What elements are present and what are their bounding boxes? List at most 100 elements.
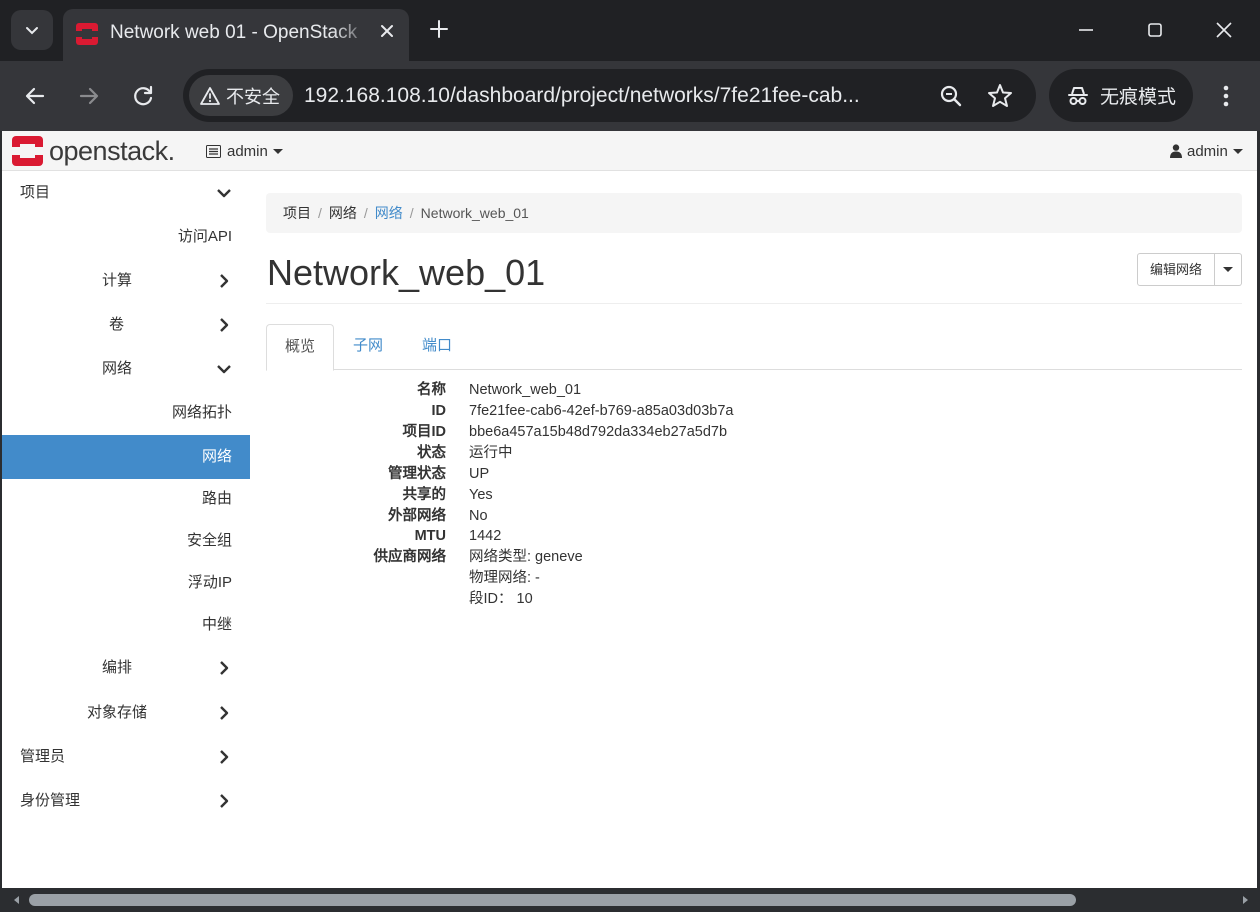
chevron-right-icon xyxy=(220,794,229,808)
chevron-down-icon xyxy=(26,27,38,35)
caret-down-icon xyxy=(272,148,283,154)
project-switcher[interactable]: admin xyxy=(206,141,283,161)
horizontal-scrollbar[interactable] xyxy=(2,888,1257,910)
sidebar-item-trunks[interactable]: 中继 xyxy=(2,603,250,647)
chevron-down-icon xyxy=(217,189,231,198)
zoom-icon[interactable] xyxy=(937,82,965,110)
scroll-left-icon[interactable] xyxy=(10,893,24,907)
detail-tabs: 概览 子网 端口 xyxy=(266,324,1242,371)
star-icon[interactable] xyxy=(986,82,1014,110)
detail-value: 运行中 xyxy=(469,445,513,461)
detail-row-id: ID 7fe21fee-cab6-42ef-b769-a85a03d03b7a xyxy=(266,401,1242,422)
sidebar-item-orchestration[interactable]: 编排 xyxy=(2,646,250,690)
address-bar[interactable]: 不安全 192.168.108.10/dashboard/project/net… xyxy=(183,69,1036,122)
sidebar-item-project[interactable]: 项目 xyxy=(2,171,250,215)
sidebar-item-label: 网络拓扑 xyxy=(171,404,232,421)
sidebar-item-floating-ips[interactable]: 浮动IP xyxy=(2,561,250,605)
sidebar-item-label: 网络 xyxy=(102,360,133,377)
sidebar-item-compute[interactable]: 计算 xyxy=(2,259,250,303)
sidebar: 项目 访问API 计算 卷 网络 网络拓扑 网络 路由 安全组 浮动IP 中继 … xyxy=(2,171,250,888)
detail-value: 7fe21fee-cab6-42ef-b769-a85a03d03b7a xyxy=(469,403,734,419)
sidebar-item-label: 对象存储 xyxy=(87,704,148,721)
tab-title: Network web 01 - OpenStack xyxy=(110,22,358,43)
list-icon xyxy=(206,144,221,158)
sidebar-item-label: 浮动IP xyxy=(187,574,232,591)
detail-label: 供应商网络 xyxy=(373,549,447,565)
maximize-icon[interactable] xyxy=(1143,18,1167,42)
sidebar-item-label: 编排 xyxy=(102,659,133,676)
scroll-right-icon[interactable] xyxy=(1238,893,1252,907)
reload-icon[interactable] xyxy=(128,81,158,111)
sidebar-item-label: 网络 xyxy=(201,448,232,465)
tab-search-button[interactable] xyxy=(11,10,53,50)
forward-arrow-icon[interactable] xyxy=(74,81,104,111)
chevron-right-icon xyxy=(220,318,229,332)
sidebar-item-network-topology[interactable]: 网络拓扑 xyxy=(2,391,250,435)
chevron-down-icon xyxy=(217,365,231,374)
caret-down-icon xyxy=(1232,148,1243,154)
edit-network-button-group: 编辑网络 xyxy=(1137,253,1242,286)
window-close-icon[interactable] xyxy=(1212,18,1236,42)
project-name: admin xyxy=(227,142,268,160)
browser-titlebar: Network web 01 - OpenStack xyxy=(0,0,1260,61)
openstack-logo[interactable]: openstack. xyxy=(12,136,180,166)
user-icon xyxy=(1170,144,1182,158)
page-title: Network_web_01 xyxy=(267,252,546,293)
sidebar-item-label: 管理员 xyxy=(20,748,66,765)
sidebar-item-label: 访问API xyxy=(177,228,232,245)
detail-label: 状态 xyxy=(417,445,446,461)
sidebar-item-label: 卷 xyxy=(109,316,125,333)
security-label: 不安全 xyxy=(226,86,280,107)
chevron-right-icon xyxy=(220,750,229,764)
sidebar-item-volumes[interactable]: 卷 xyxy=(2,303,250,347)
actions-dropdown-toggle[interactable] xyxy=(1215,253,1242,286)
scrollbar-thumb[interactable] xyxy=(29,894,1076,906)
chevron-right-icon xyxy=(220,274,229,288)
breadcrumb-item-network-group: 网络 xyxy=(328,205,357,221)
more-menu-icon[interactable] xyxy=(1212,81,1240,111)
sidebar-item-admin[interactable]: 管理员 xyxy=(2,735,250,779)
breadcrumb: 项目 / 网络 / 网络 / Network_web_01 xyxy=(266,193,1242,233)
sidebar-item-identity[interactable]: 身份管理 xyxy=(2,779,250,823)
url-text[interactable]: 192.168.108.10/dashboard/project/network… xyxy=(304,81,924,111)
detail-label: 共享的 xyxy=(402,487,447,503)
sidebar-item-api-access[interactable]: 访问API xyxy=(2,215,250,259)
breadcrumb-link-networks[interactable]: 网络 xyxy=(375,203,403,223)
page-viewport: openstack. admin admin 项目 访问API 计算 卷 网络 … xyxy=(2,131,1257,888)
edit-network-button[interactable]: 编辑网络 xyxy=(1137,253,1215,286)
detail-row-shared: 共享的 Yes xyxy=(266,485,1242,506)
detail-value: 网络类型: geneve xyxy=(469,549,583,565)
sidebar-item-networks[interactable]: 网络 xyxy=(2,435,250,479)
detail-label: 管理状态 xyxy=(388,466,446,482)
detail-label: 名称 xyxy=(417,382,446,398)
detail-row-external: 外部网络 No xyxy=(266,506,1242,527)
sidebar-item-label: 中继 xyxy=(201,616,232,633)
detail-row-status: 状态 运行中 xyxy=(266,443,1242,464)
plus-icon[interactable] xyxy=(428,18,450,40)
minimize-icon[interactable] xyxy=(1074,18,1098,42)
sidebar-item-object-store[interactable]: 对象存储 xyxy=(2,691,250,735)
sidebar-item-label: 安全组 xyxy=(186,532,232,549)
back-arrow-icon[interactable] xyxy=(20,81,50,111)
sidebar-item-routers[interactable]: 路由 xyxy=(2,477,250,521)
caret-down-icon xyxy=(1223,267,1233,272)
openstack-favicon-icon xyxy=(75,23,99,45)
tab-overview[interactable]: 概览 xyxy=(266,324,335,371)
browser-toolbar: 不安全 192.168.108.10/dashboard/project/net… xyxy=(0,61,1260,131)
sidebar-item-network-group[interactable]: 网络 xyxy=(2,347,250,391)
tab-ports[interactable]: 端口 xyxy=(404,324,470,370)
close-icon[interactable] xyxy=(377,21,397,41)
browser-tab-active[interactable]: Network web 01 - OpenStack xyxy=(63,9,409,61)
incognito-indicator[interactable]: 无痕模式 xyxy=(1049,69,1193,122)
breadcrumb-separator: / xyxy=(318,205,322,221)
detail-value: bbe6a457a15b48d792da334eb27a5d7b xyxy=(469,424,728,440)
detail-row-segment-id: 段ID： 10 xyxy=(266,589,1242,610)
user-name: admin xyxy=(1187,142,1228,160)
detail-value: Network_web_01 xyxy=(469,382,582,398)
user-menu[interactable]: admin xyxy=(1170,141,1243,161)
security-indicator[interactable]: 不安全 xyxy=(189,75,293,116)
detail-value: 物理网络: - xyxy=(469,570,540,586)
detail-label: MTU xyxy=(414,528,446,544)
sidebar-item-security-groups[interactable]: 安全组 xyxy=(2,519,250,563)
tab-subnets[interactable]: 子网 xyxy=(335,324,401,370)
